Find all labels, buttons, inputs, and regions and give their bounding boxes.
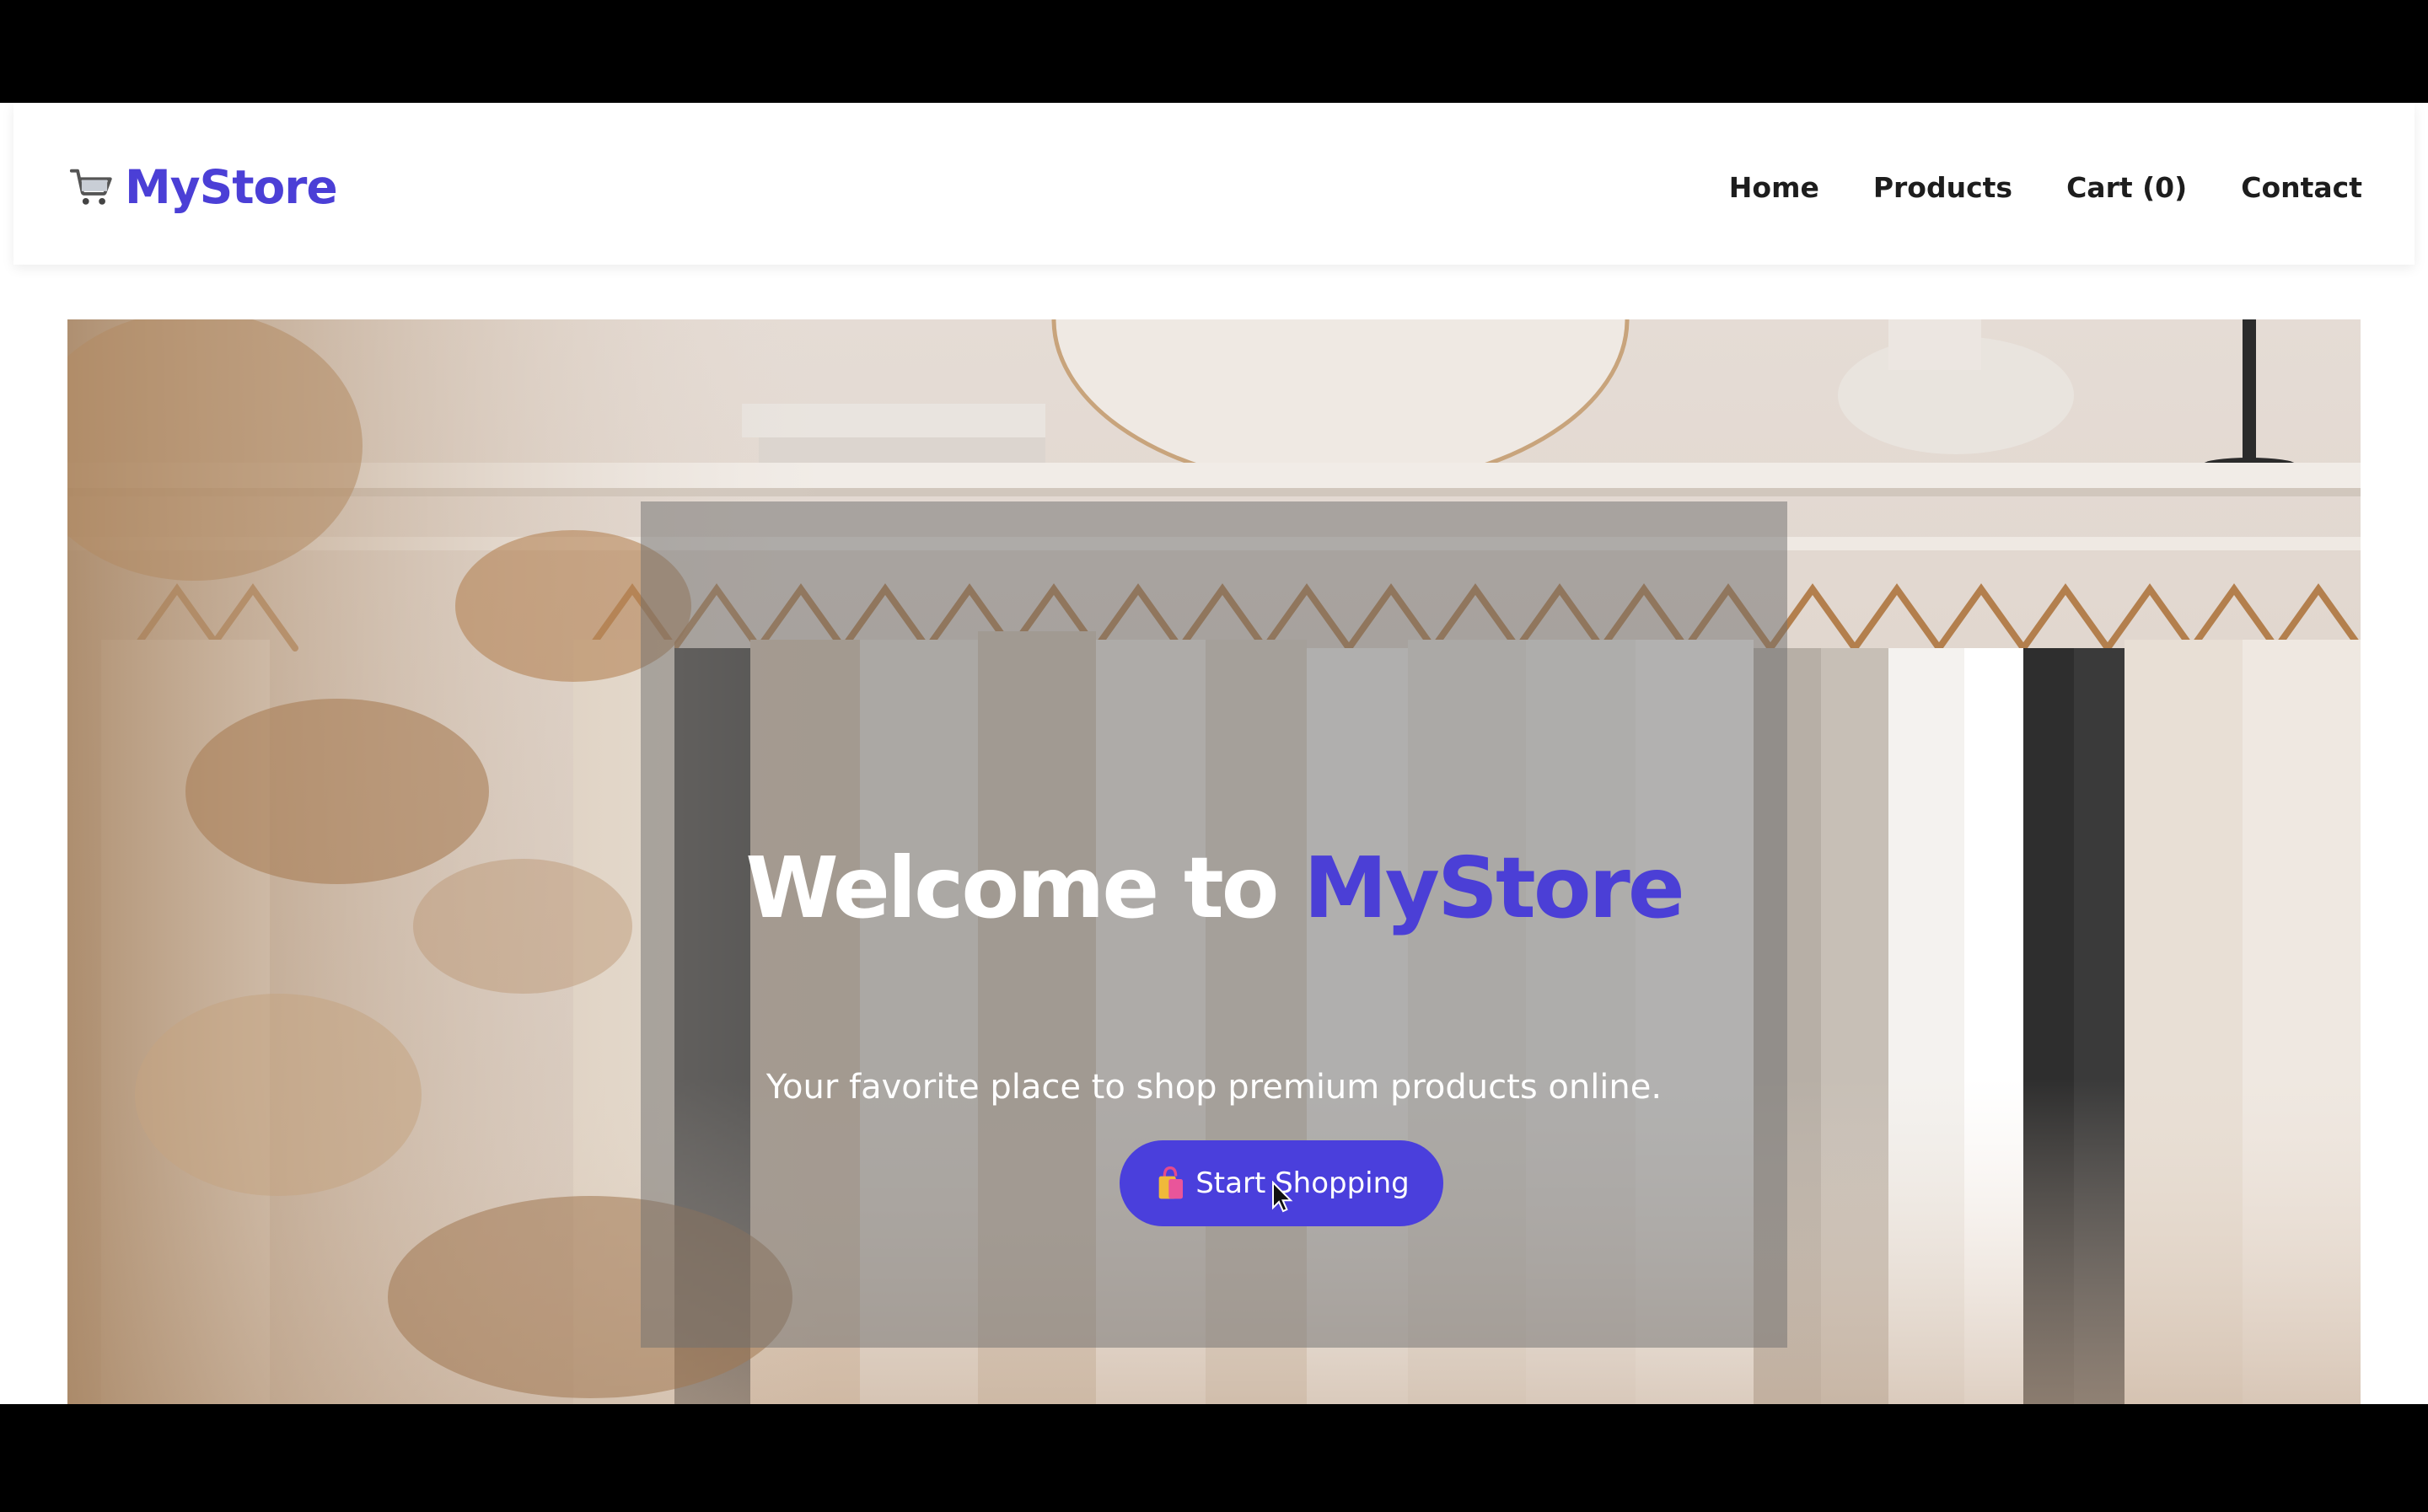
nav-contact-link[interactable]: Contact — [2241, 171, 2362, 204]
mouse-cursor-icon — [1272, 1181, 1293, 1213]
nav-home-link[interactable]: Home — [1729, 171, 1819, 204]
hero-title-prefix: Welcome to — [745, 839, 1304, 937]
main-nav: Home Products Cart (0) Contact — [1729, 140, 2362, 234]
navbar: MyStore Home Products Cart (0) Contact — [13, 103, 2415, 265]
shopping-bags-icon — [1158, 1166, 1184, 1199]
hero-subtitle: Your favorite place to shop premium prod… — [765, 1068, 1663, 1107]
hero-section: Welcome to MyStore Your favorite place t… — [67, 319, 2361, 1404]
start-shopping-label: Start Shopping — [1195, 1166, 1410, 1200]
logo-text: MyStore — [125, 160, 338, 214]
nav-products-link[interactable]: Products — [1873, 171, 2012, 204]
browser-viewport: MyStore Home Products Cart (0) Contact W… — [0, 103, 2428, 1404]
hero-title: Welcome to MyStore — [67, 839, 2361, 937]
logo[interactable]: MyStore — [67, 140, 338, 234]
shopping-cart-icon — [69, 169, 112, 205]
nav-cart-link[interactable]: Cart (0) — [2066, 171, 2187, 204]
hero-title-brand: MyStore — [1303, 839, 1684, 937]
